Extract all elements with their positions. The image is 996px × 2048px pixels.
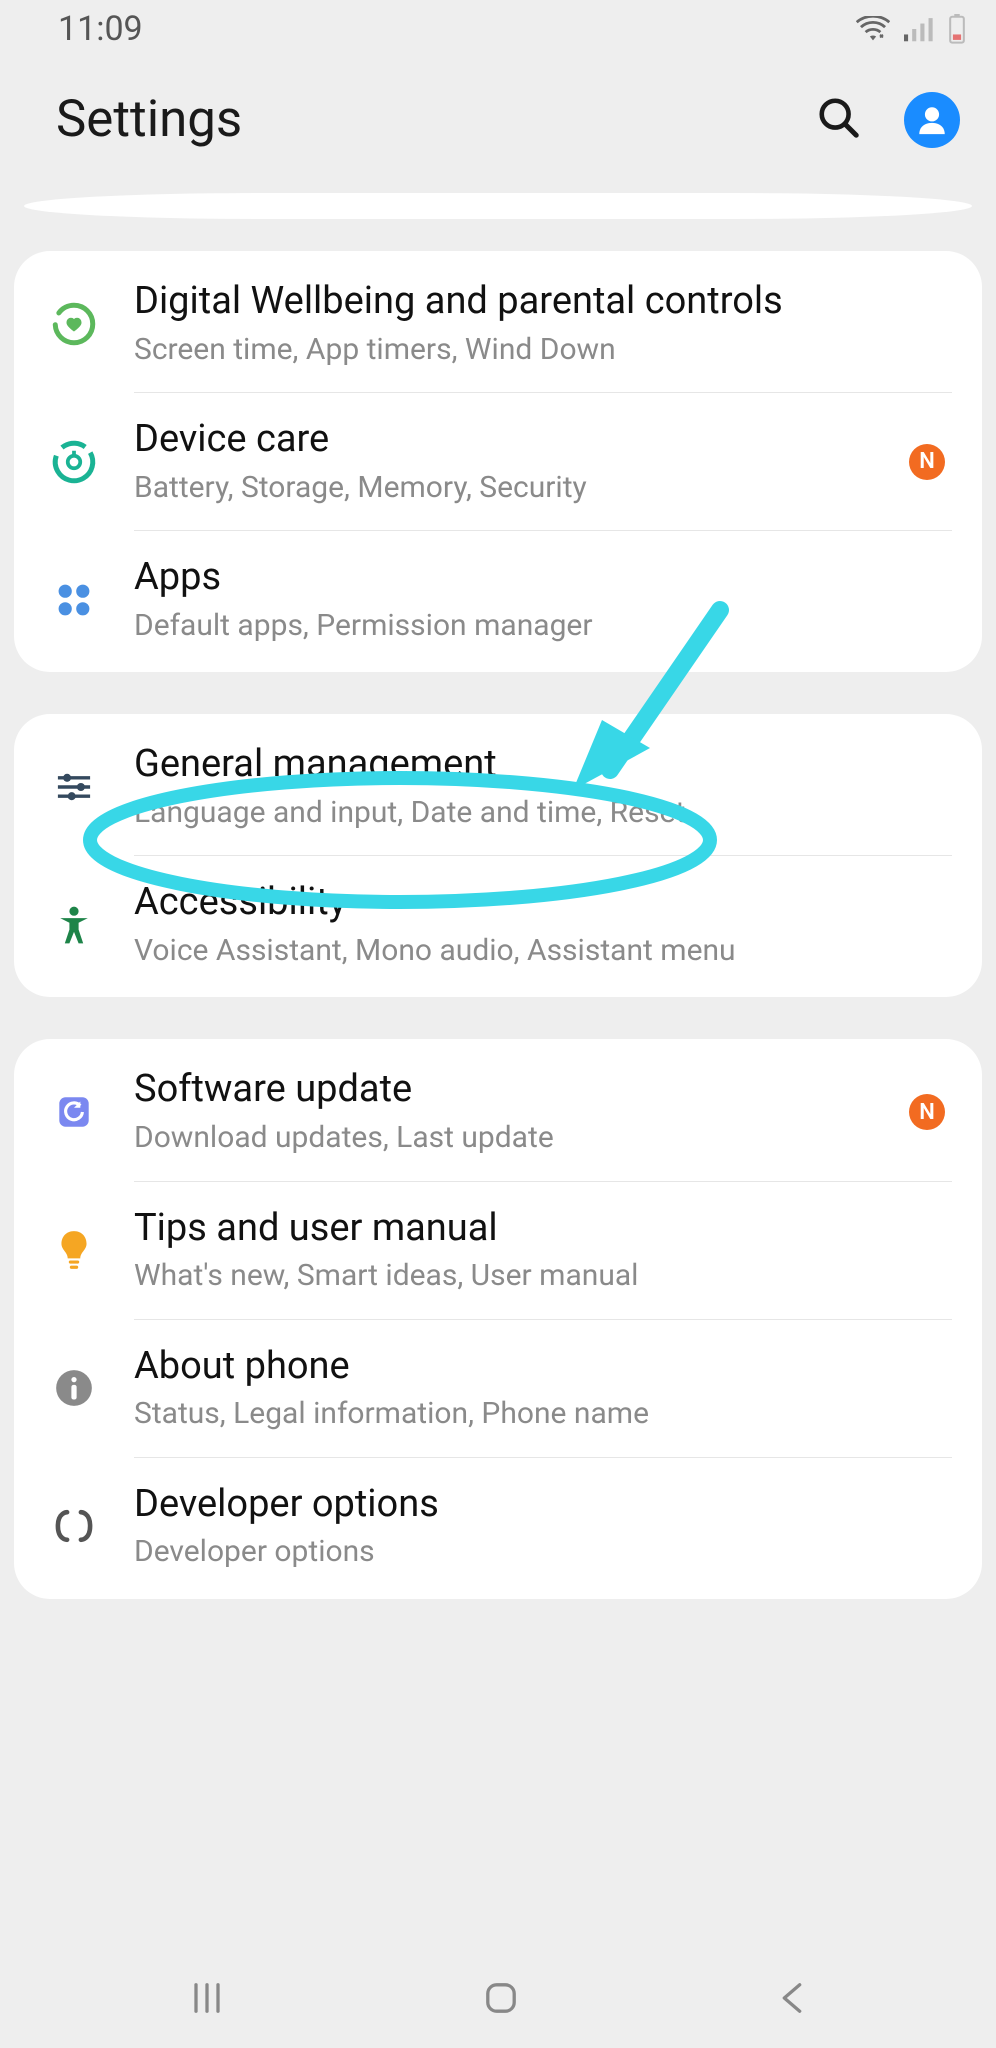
row-general-management[interactable]: General management Language and input, D…: [14, 718, 982, 855]
previous-card-peek: [24, 193, 972, 219]
row-apps[interactable]: Apps Default apps, Permission manager: [14, 531, 982, 668]
general-management-icon: [44, 764, 104, 810]
wellbeing-icon: [44, 299, 104, 349]
row-subtitle: Download updates, Last update: [134, 1119, 902, 1157]
info-icon: [44, 1367, 104, 1409]
device-care-icon: [44, 437, 104, 487]
row-developer-options[interactable]: Developer options Developer options: [14, 1458, 982, 1595]
row-title: Developer options: [134, 1482, 902, 1528]
row-subtitle: Voice Assistant, Mono audio, Assistant m…: [134, 932, 902, 970]
row-title: Digital Wellbeing and parental controls: [134, 279, 902, 325]
row-subtitle: What's new, Smart ideas, User manual: [134, 1257, 902, 1295]
row-digital-wellbeing[interactable]: Digital Wellbeing and parental controls …: [14, 255, 982, 392]
status-time: 11:09: [58, 9, 143, 49]
recents-button[interactable]: [185, 1976, 229, 2020]
row-title: Software update: [134, 1067, 902, 1113]
software-update-icon: [44, 1091, 104, 1133]
row-title: Apps: [134, 555, 902, 601]
account-button[interactable]: [904, 92, 960, 148]
settings-group-2: General management Language and input, D…: [14, 714, 982, 997]
app-header: Settings: [0, 58, 996, 193]
status-bar: 11:09: [0, 0, 996, 58]
row-subtitle: Battery, Storage, Memory, Security: [134, 469, 902, 507]
row-subtitle: Default apps, Permission manager: [134, 607, 902, 645]
apps-icon: [44, 578, 104, 622]
signal-icon: [904, 16, 934, 42]
row-subtitle: Screen time, App timers, Wind Down: [134, 331, 902, 369]
navigation-bar: [0, 1958, 996, 2048]
row-software-update[interactable]: Software update Download updates, Last u…: [14, 1043, 982, 1180]
row-title: Device care: [134, 417, 902, 463]
row-about-phone[interactable]: About phone Status, Legal information, P…: [14, 1320, 982, 1457]
battery-icon: [948, 14, 966, 44]
status-icons: [856, 14, 966, 44]
row-accessibility[interactable]: Accessibility Voice Assistant, Mono audi…: [14, 856, 982, 993]
row-title: About phone: [134, 1344, 902, 1390]
page-title: Settings: [56, 90, 242, 149]
notification-badge: N: [909, 1094, 945, 1130]
row-subtitle: Status, Legal information, Phone name: [134, 1395, 902, 1433]
accessibility-icon: [44, 902, 104, 948]
settings-group-3: Software update Download updates, Last u…: [14, 1039, 982, 1598]
notification-badge: N: [909, 444, 945, 480]
row-subtitle: Language and input, Date and time, Reset: [134, 794, 902, 832]
row-subtitle: Developer options: [134, 1533, 902, 1571]
row-title: Accessibility: [134, 880, 902, 926]
row-tips[interactable]: Tips and user manual What's new, Smart i…: [14, 1182, 982, 1319]
search-button[interactable]: [816, 95, 862, 145]
row-device-care[interactable]: Device care Battery, Storage, Memory, Se…: [14, 393, 982, 530]
wifi-icon: [856, 16, 890, 42]
row-title: Tips and user manual: [134, 1206, 902, 1252]
settings-group-1: Digital Wellbeing and parental controls …: [14, 251, 982, 672]
back-button[interactable]: [773, 1976, 811, 2020]
developer-options-icon: [44, 1503, 104, 1549]
row-title: General management: [134, 742, 902, 788]
home-button[interactable]: [479, 1976, 523, 2020]
tips-icon: [44, 1227, 104, 1273]
